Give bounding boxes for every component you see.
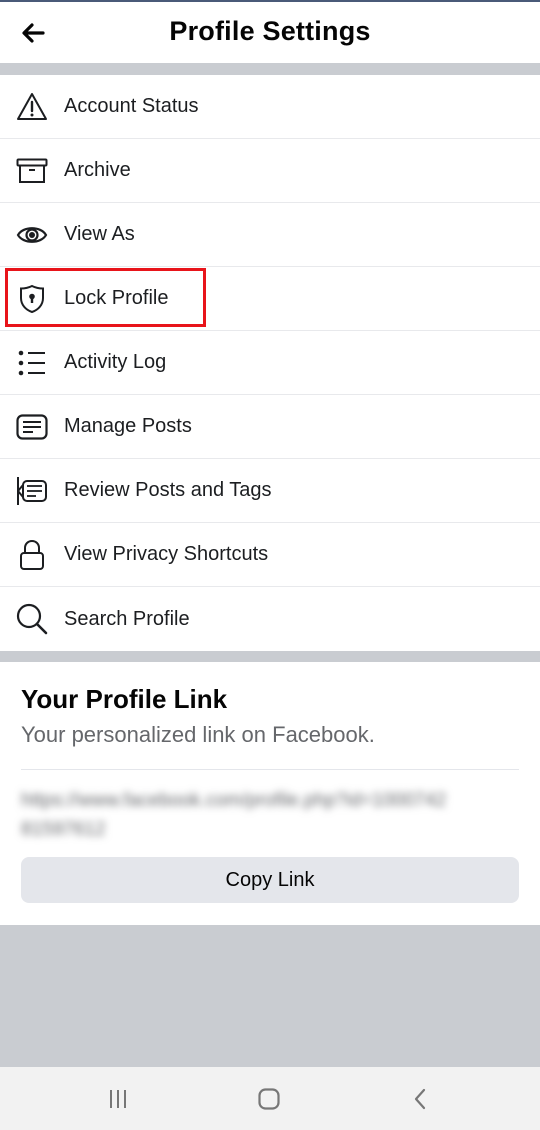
list-icon — [14, 345, 50, 381]
search-icon — [14, 601, 50, 637]
menu-item-label: Search Profile — [64, 607, 190, 630]
menu-item-label: Review Posts and Tags — [64, 479, 272, 501]
menu-item-label: View Privacy Shortcuts — [64, 543, 269, 565]
menu-item-review-posts-tags[interactable]: Review Posts and Tags — [0, 459, 540, 523]
posts-icon — [14, 409, 50, 445]
home-button[interactable] — [249, 1083, 289, 1115]
profile-link-title: Your Profile Link — [21, 684, 228, 714]
menu-item-search-profile[interactable]: Search Profile — [0, 587, 540, 651]
warning-triangle-icon — [14, 89, 50, 125]
profile-url-blurred: https://www.facebook.com/profile.php?id=… — [21, 790, 447, 840]
settings-menu: Account Status Archive View As Lock Prof… — [0, 75, 540, 651]
menu-item-label: Account Status — [64, 95, 199, 117]
menu-item-label: Activity Log — [64, 351, 167, 373]
empty-area — [0, 925, 540, 1067]
system-nav-bar — [0, 1067, 540, 1130]
menu-item-view-as[interactable]: View As — [0, 203, 540, 267]
menu-item-lock-profile[interactable]: Lock Profile — [0, 267, 540, 331]
menu-item-view-privacy-shortcuts[interactable]: View Privacy Shortcuts — [0, 523, 540, 587]
copy-link-button[interactable]: Copy Link — [21, 857, 519, 903]
menu-item-label: Lock Profile — [64, 287, 169, 309]
header: Profile Settings — [0, 2, 540, 63]
menu-item-label: Archive — [64, 159, 131, 181]
archive-box-icon — [14, 153, 50, 189]
menu-item-label: Manage Posts — [64, 415, 192, 437]
menu-item-account-status[interactable]: Account Status — [0, 75, 540, 139]
system-back-button[interactable] — [400, 1083, 440, 1115]
recent-apps-button[interactable] — [98, 1083, 138, 1115]
eye-icon — [14, 217, 50, 253]
section-separator — [0, 651, 540, 662]
section-separator — [0, 63, 540, 75]
shield-lock-icon — [14, 281, 50, 317]
recent-apps-icon — [110, 1090, 126, 1108]
menu-item-activity-log[interactable]: Activity Log — [0, 331, 540, 395]
page-title: Profile Settings — [169, 16, 371, 46]
menu-item-archive[interactable]: Archive — [0, 139, 540, 203]
padlock-icon — [14, 537, 50, 573]
back-chevron-icon — [414, 1088, 426, 1110]
profile-link-subtitle: Your personalized link on Facebook. — [21, 722, 375, 747]
menu-item-label: View As — [64, 223, 135, 245]
home-icon — [258, 1088, 280, 1110]
review-tags-icon — [14, 473, 50, 509]
menu-item-manage-posts[interactable]: Manage Posts — [0, 395, 540, 459]
profile-link-section: Your Profile Link Your personalized link… — [0, 662, 540, 925]
divider — [21, 769, 519, 770]
